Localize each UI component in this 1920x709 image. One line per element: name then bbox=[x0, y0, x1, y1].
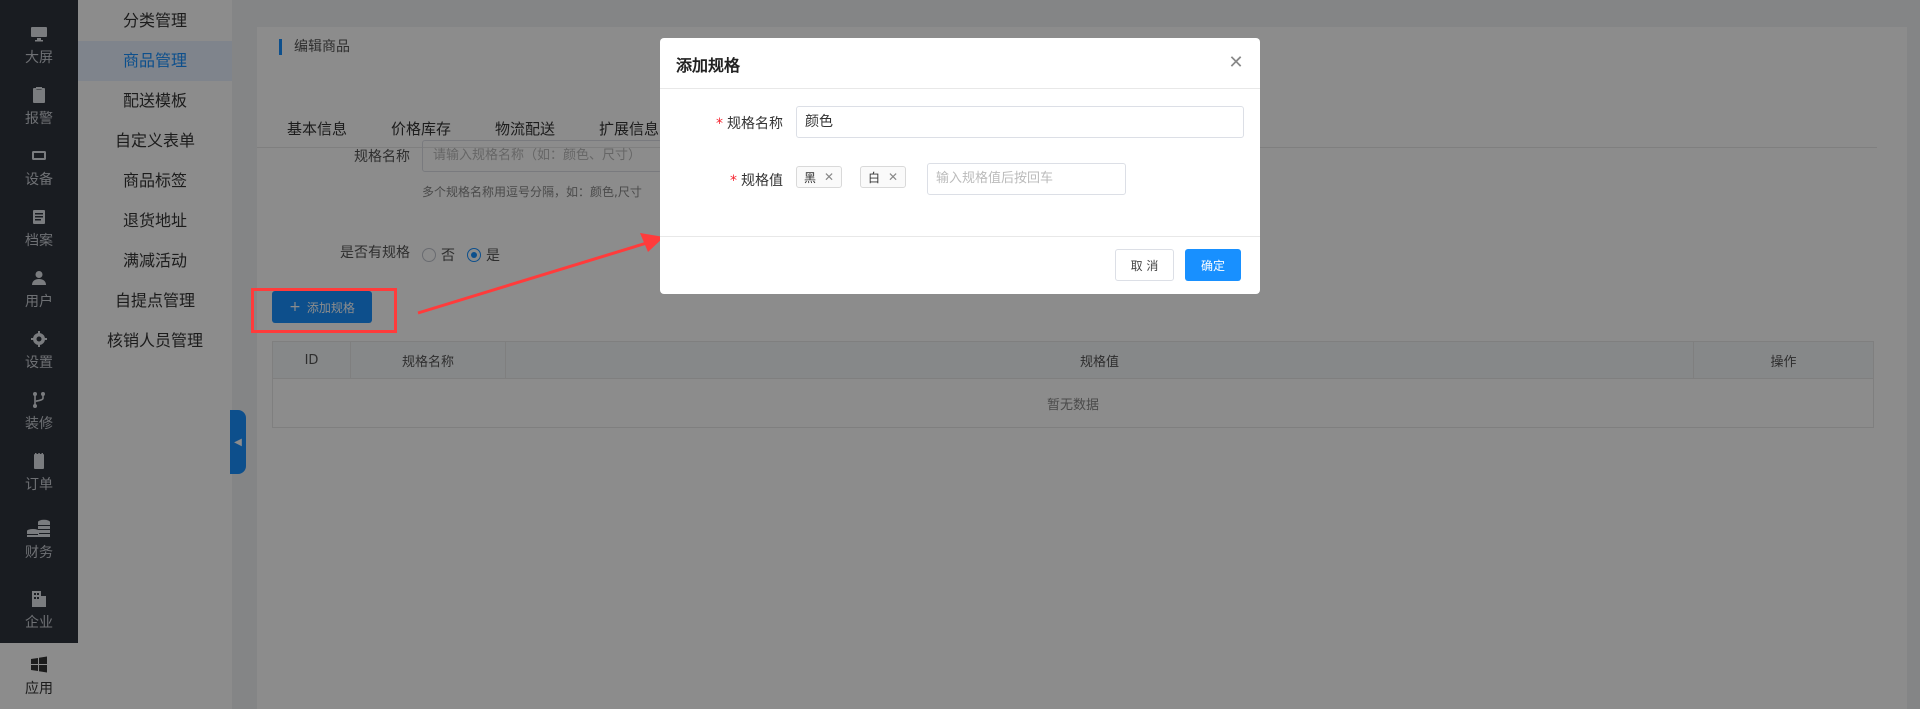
required-mark: * bbox=[716, 116, 723, 132]
dialog-header: 添加规格 ✕ bbox=[660, 38, 1260, 89]
tag-label: 白 bbox=[868, 170, 881, 185]
close-icon[interactable]: ✕ bbox=[888, 170, 898, 184]
spec-value-input[interactable]: 输入规格值后按回车 bbox=[927, 163, 1126, 195]
cancel-button[interactable]: 取 消 bbox=[1115, 249, 1174, 281]
close-icon[interactable]: ✕ bbox=[824, 170, 834, 184]
spec-name-field-text: 规格名称 bbox=[727, 116, 783, 132]
spec-values-field-text: 规格值 bbox=[741, 173, 783, 189]
dialog-footer: 取 消 确定 bbox=[660, 236, 1260, 294]
spec-value-tag: 黑 ✕ bbox=[796, 166, 843, 188]
spec-value-tag: 白 ✕ bbox=[860, 166, 907, 188]
confirm-button[interactable]: 确定 bbox=[1185, 249, 1241, 281]
spec-name-field[interactable]: 颜色 bbox=[796, 106, 1244, 138]
add-spec-dialog: 添加规格 ✕ * 规格名称 颜色 * 规格值 黑 ✕ 白 ✕ 输入规格值后按回车 取… bbox=[660, 38, 1260, 294]
close-icon[interactable]: ✕ bbox=[1226, 52, 1246, 73]
required-mark: * bbox=[730, 173, 737, 189]
spec-name-field-label: * 规格名称 bbox=[716, 113, 783, 133]
annotation-highlight-box bbox=[251, 288, 397, 333]
dialog-title: 添加规格 bbox=[676, 56, 741, 75]
tag-label: 黑 bbox=[804, 170, 817, 185]
spec-values-field-label: * 规格值 bbox=[730, 170, 783, 190]
